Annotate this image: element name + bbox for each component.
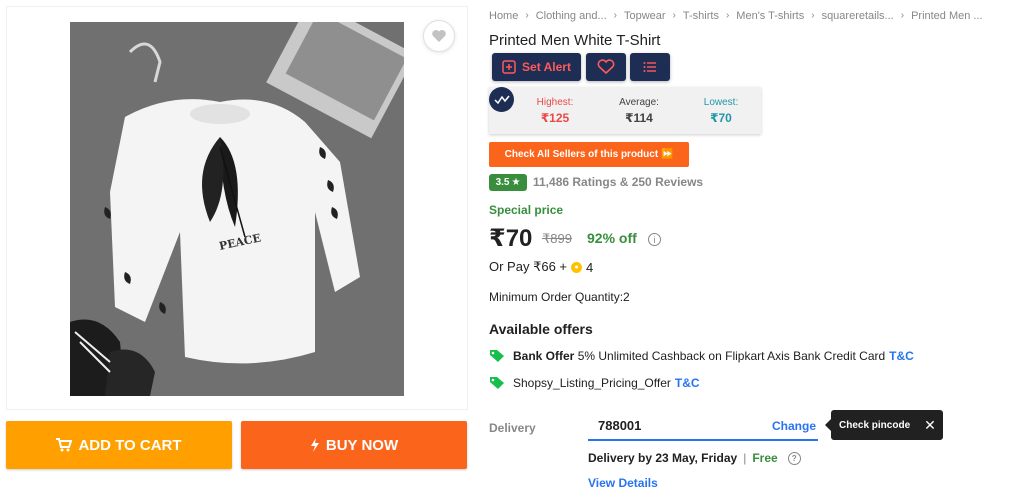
add-to-cart-button[interactable]: ADD TO CART: [6, 421, 232, 469]
chevron-right-icon: ›: [525, 10, 529, 21]
delivery-date: Delivery by 23 May, Friday | Free ?: [588, 451, 801, 465]
track-favorite-button[interactable]: [586, 53, 626, 81]
delivery-free: Free: [752, 451, 778, 465]
price-history-logo-icon: [489, 87, 514, 112]
price-lowest-label: Lowest:: [703, 97, 739, 108]
breadcrumb-item[interactable]: squareretails...: [822, 10, 894, 22]
chevron-right-icon: ›: [613, 10, 617, 21]
delivery-date-text: Delivery by 23 May, Friday: [588, 451, 738, 465]
chevron-right-icon: ›: [725, 10, 730, 21]
heart-icon: [432, 30, 446, 42]
change-pincode-button[interactable]: Change: [772, 419, 816, 433]
product-title: Printed Men White T-Shirt: [489, 32, 661, 49]
chevron-right-icon: ›: [672, 10, 676, 21]
price-average-value: ₹114: [625, 111, 653, 125]
delivery-separator: |: [743, 451, 747, 465]
delivery-label: Delivery: [489, 421, 536, 435]
offer-tag-icon: [490, 350, 504, 362]
product-image-gallery: PEACE: [6, 6, 468, 410]
info-icon[interactable]: i: [648, 233, 661, 246]
rating-badge[interactable]: 3.5 ★: [489, 174, 527, 191]
set-alert-button[interactable]: Set Alert: [492, 53, 581, 81]
discount-percent: 92% off: [587, 230, 637, 246]
breadcrumb-item[interactable]: Clothing and...: [536, 10, 607, 22]
star-icon: ★: [511, 177, 521, 188]
plus-square-icon: [502, 60, 516, 74]
or-pay-text: Or Pay ₹66 +: [489, 259, 567, 274]
breadcrumb-item[interactable]: Printed Men ...: [911, 10, 983, 22]
track-list-button[interactable]: [630, 53, 670, 81]
chevron-right-icon: ›: [900, 10, 905, 21]
chevron-right-icon: ›: [811, 10, 815, 21]
ratings-reviews-count[interactable]: 11,486 Ratings & 250 Reviews: [533, 175, 703, 189]
question-icon[interactable]: ?: [787, 451, 801, 465]
wishlist-button[interactable]: [423, 20, 455, 52]
breadcrumb-item[interactable]: Topwear: [624, 10, 666, 22]
coin-count: 4: [586, 259, 594, 275]
cart-icon: [56, 438, 73, 452]
offer-text: Shopsy_Listing_Pricing_Offer: [513, 376, 671, 390]
breadcrumb-item[interactable]: T-shirts: [683, 10, 719, 22]
price-lowest: Lowest: ₹70: [686, 97, 756, 125]
check-sellers-button[interactable]: Check All Sellers of this product ⏩: [489, 142, 689, 167]
breadcrumb-item[interactable]: Home: [489, 10, 518, 22]
special-price-label: Special price: [489, 203, 564, 217]
buy-now-button[interactable]: BUY NOW: [241, 421, 467, 469]
offer-item: Shopsy_Listing_Pricing_Offer T&C: [489, 376, 700, 390]
check-pincode-tooltip: Check pincode ✕: [825, 410, 943, 440]
offer-tag-icon: [490, 377, 504, 389]
add-to-cart-label: ADD TO CART: [78, 436, 182, 454]
tooltip-text: Check pincode: [839, 419, 911, 431]
offer-tnc-link[interactable]: T&C: [889, 349, 914, 363]
selling-price: ₹70: [489, 225, 533, 252]
mrp-price: ₹899: [542, 231, 572, 246]
offer-item: Bank Offer 5% Unlimited Cashback on Flip…: [489, 349, 914, 363]
available-offers-title: Available offers: [489, 321, 593, 337]
price-average-label: Average:: [619, 97, 659, 108]
price-lowest-value: ₹70: [710, 111, 732, 125]
or-pay-coins: Or Pay ₹66 + ● 4: [489, 259, 593, 275]
price-highest: Highest: ₹125: [520, 97, 590, 125]
buy-now-label: BUY NOW: [325, 436, 399, 454]
close-icon[interactable]: ✕: [924, 417, 936, 434]
set-alert-label: Set Alert: [522, 60, 571, 74]
price-highest-label: Highest:: [536, 97, 574, 108]
price-average: Average: ₹114: [604, 97, 674, 125]
lightning-icon: [310, 438, 319, 452]
minimum-order-quantity: Minimum Order Quantity:2: [489, 290, 630, 304]
coin-icon: ●: [571, 261, 582, 273]
breadcrumb-item[interactable]: Men's T-shirts: [736, 10, 804, 22]
rating-value: 3.5: [495, 177, 510, 188]
price-highest-value: ₹125: [540, 111, 570, 125]
heart-outline-icon: [597, 59, 615, 75]
view-details-link[interactable]: View Details: [588, 476, 658, 490]
offer-text: 5% Unlimited Cashback on Flipkart Axis B…: [577, 349, 886, 363]
breadcrumb: Home › Clothing and... › Topwear › T-shirts…: [489, 10, 983, 22]
offer-tnc-link[interactable]: T&C: [675, 376, 700, 390]
list-icon: [643, 62, 656, 72]
offer-type: Bank Offer: [513, 349, 575, 363]
product-image[interactable]: PEACE: [70, 22, 404, 396]
